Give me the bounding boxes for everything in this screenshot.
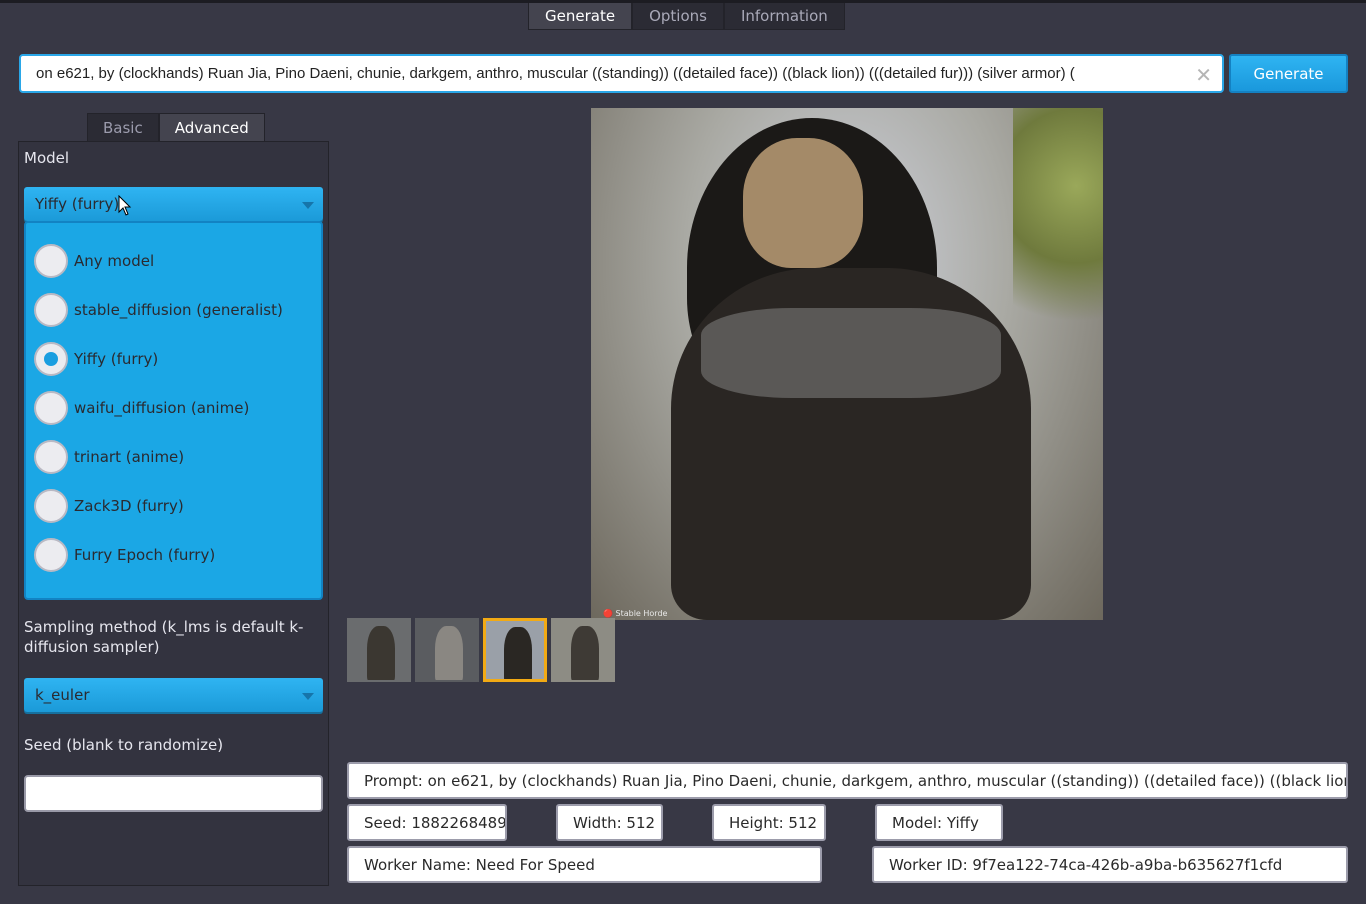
thumbnail-figure [435, 626, 463, 680]
tab-generate[interactable]: Generate [528, 3, 633, 30]
tab-information[interactable]: Information [723, 3, 845, 30]
info-worker-id: Worker ID: 9f7ea122-74ca-426b-a9ba-b6356… [872, 846, 1348, 883]
model-select[interactable]: Yiffy (furry) [24, 187, 323, 221]
info-width: Width: 512 [556, 804, 663, 841]
radio-button[interactable] [34, 440, 68, 474]
thumbnail-figure [367, 626, 395, 680]
chevron-down-icon[interactable] [302, 693, 314, 700]
thumbnail-figure [504, 627, 532, 679]
radio-button[interactable] [34, 293, 68, 327]
image-watermark: 🔴 Stable Horde [603, 609, 668, 618]
radio-button[interactable] [34, 244, 68, 278]
model-option-yiffy[interactable]: Yiffy (furry) [34, 341, 158, 377]
model-option-label: waifu_diffusion (anime) [74, 399, 250, 417]
radio-button-checked[interactable] [34, 342, 68, 376]
radio-button[interactable] [34, 391, 68, 425]
tab-options[interactable]: Options [632, 3, 724, 30]
prompt-text[interactable]: on e621, by (clockhands) Ruan Jia, Pino … [36, 65, 1075, 82]
mouse-cursor-icon [118, 195, 132, 216]
info-seed: Seed: 1882268489 [347, 804, 507, 841]
model-option-furry-epoch[interactable]: Furry Epoch (furry) [34, 537, 215, 573]
tab-advanced[interactable]: Advanced [158, 113, 265, 141]
info-model: Model: Yiffy [875, 804, 1003, 841]
thumbnail-strip [347, 618, 615, 682]
model-option-label: Yiffy (furry) [74, 350, 159, 368]
image-tree [1013, 108, 1103, 368]
sampling-method-select[interactable]: k_euler [24, 678, 323, 712]
model-option-stable-diffusion[interactable]: stable_diffusion (generalist) [34, 292, 283, 328]
thumbnail-figure [571, 626, 599, 680]
advanced-settings-panel: Model Yiffy (furry) Any model stable_dif… [18, 141, 329, 886]
thumbnail-3-selected[interactable] [483, 618, 547, 682]
model-option-label: stable_diffusion (generalist) [74, 301, 283, 319]
model-option-waifu-diffusion[interactable]: waifu_diffusion (anime) [34, 390, 249, 426]
image-lion-armor [701, 308, 1001, 398]
model-options-list: Any model stable_diffusion (generalist) … [24, 221, 323, 600]
model-option-label: Any model [74, 252, 155, 270]
seed-input[interactable] [24, 775, 323, 812]
sampling-method-label: Sampling method (k_lms is default k-diff… [24, 618, 304, 656]
thumbnail-4[interactable] [551, 618, 615, 682]
model-option-label: Furry Epoch (furry) [74, 546, 216, 564]
model-select-value: Yiffy (furry) [35, 195, 120, 213]
generated-image: 🔴 Stable Horde [591, 108, 1103, 620]
info-height: Height: 512 [712, 804, 826, 841]
info-worker-name: Worker Name: Need For Speed [347, 846, 822, 883]
info-prompt: Prompt: on e621, by (clockhands) Ruan Ji… [347, 762, 1348, 799]
radio-button[interactable] [34, 538, 68, 572]
thumbnail-1[interactable] [347, 618, 411, 682]
radio-button[interactable] [34, 489, 68, 523]
main-tab-bar: Generate Options Information [528, 3, 845, 30]
chevron-down-icon[interactable] [302, 202, 314, 209]
model-option-label: Zack3D (furry) [74, 497, 184, 515]
image-lion-face [743, 138, 863, 268]
model-label: Model [24, 149, 70, 167]
clear-icon[interactable]: ✕ [1195, 63, 1212, 88]
sampling-method-value: k_euler [35, 686, 90, 704]
model-option-zack3d[interactable]: Zack3D (furry) [34, 488, 184, 524]
model-option-label: trinart (anime) [74, 448, 185, 466]
settings-tab-bar: Basic Advanced [87, 113, 265, 141]
thumbnail-2[interactable] [415, 618, 479, 682]
model-option-any[interactable]: Any model [34, 243, 154, 279]
prompt-input[interactable]: on e621, by (clockhands) Ruan Jia, Pino … [19, 54, 1224, 93]
model-option-trinart[interactable]: trinart (anime) [34, 439, 184, 475]
tab-basic[interactable]: Basic [87, 113, 159, 141]
seed-label: Seed (blank to randomize) [24, 736, 224, 754]
generate-button[interactable]: Generate [1229, 54, 1348, 93]
